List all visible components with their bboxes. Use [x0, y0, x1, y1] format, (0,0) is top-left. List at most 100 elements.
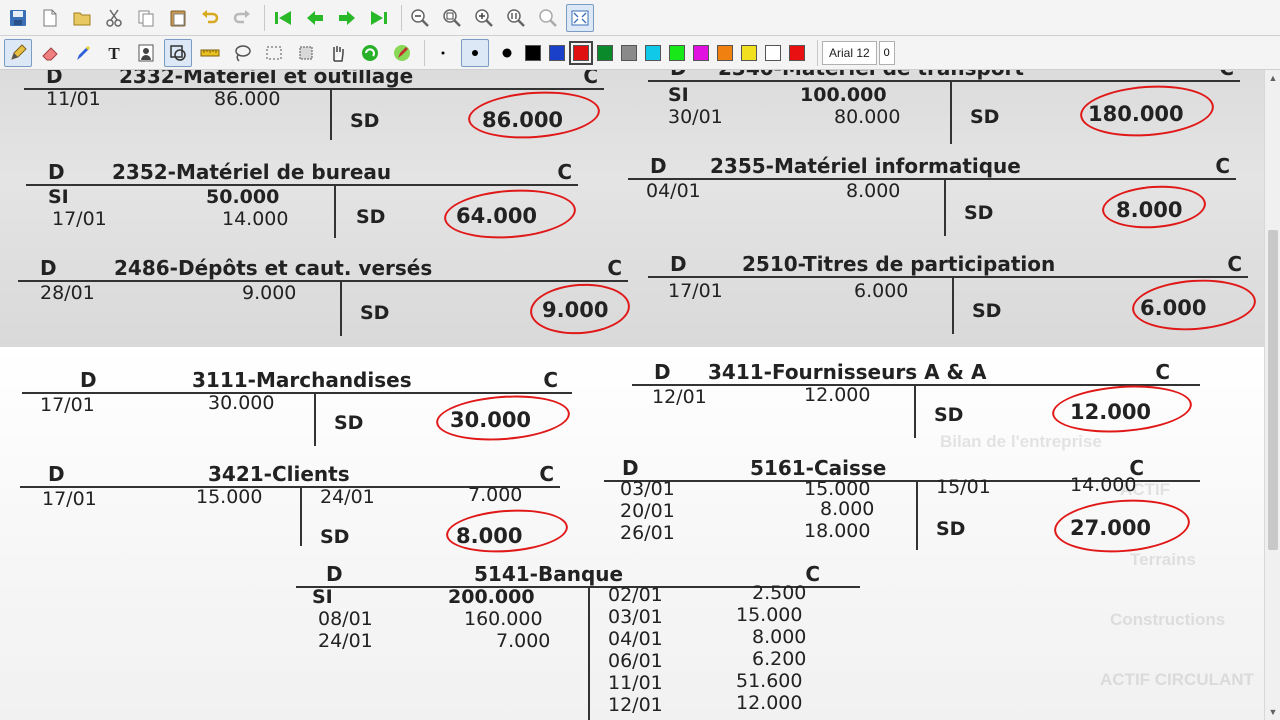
ghost-text: ACTIF CIRCULANT [1100, 670, 1254, 689]
highlighter-icon[interactable] [68, 39, 96, 67]
balance-label: SD [334, 412, 364, 434]
font-selector[interactable]: Arial 12 [822, 40, 877, 65]
hand-icon[interactable] [324, 39, 352, 67]
balance-label: SD [972, 300, 1002, 322]
crop-icon[interactable] [292, 39, 320, 67]
new-icon[interactable] [36, 4, 64, 32]
scroll-up-icon[interactable]: ▲ [1265, 70, 1280, 86]
t-account-divider [330, 88, 332, 140]
vertical-scrollbar[interactable]: ▲ ▼ [1264, 70, 1280, 720]
credit-entry-date: 04/01 [608, 628, 663, 650]
cut-icon[interactable] [100, 4, 128, 32]
small-dot[interactable] [429, 39, 457, 67]
zoom-fit-icon[interactable] [438, 4, 466, 32]
account-title: 3111-Marchandises [192, 368, 412, 392]
color-swatch[interactable] [621, 44, 637, 61]
lasso-icon[interactable] [228, 39, 256, 67]
entry-date: 08/01 [318, 608, 373, 630]
zoom-actual-icon[interactable] [502, 4, 530, 32]
credit-entry-date: 15/01 [936, 476, 991, 498]
color-swatch[interactable] [789, 44, 805, 61]
color-swatch[interactable] [549, 44, 565, 61]
credit-entry-amount: 15.000 [736, 604, 803, 626]
paste-icon[interactable] [164, 4, 192, 32]
entry-date: 04/01 [646, 180, 701, 202]
debit-label: D [670, 252, 687, 276]
large-dot[interactable] [493, 39, 521, 67]
t-account-rule [22, 392, 572, 394]
entry-amount: 14.000 [222, 208, 289, 230]
stamp-icon[interactable] [132, 39, 160, 67]
credit-label: C [539, 462, 554, 486]
debit-label: D [670, 70, 687, 80]
scroll-down-icon[interactable]: ▼ [1265, 704, 1280, 720]
debit-label: D [48, 462, 65, 486]
undo-icon[interactable] [196, 4, 224, 32]
zoom-area-icon[interactable] [534, 4, 562, 32]
credit-entry-amount: 6.200 [752, 648, 807, 670]
entry-amount: 15.000 [804, 478, 871, 500]
shape-icon[interactable] [164, 38, 192, 67]
credit-label: C [583, 70, 598, 88]
balance-label: SD [320, 526, 350, 548]
entry-date: 28/01 [40, 282, 95, 304]
credit-label: C [1219, 70, 1234, 80]
credit-entry-amount: 12.000 [736, 692, 803, 714]
red-circle-annotation [466, 87, 602, 143]
zoom-out-icon[interactable] [406, 4, 434, 32]
color-swatch[interactable] [693, 44, 709, 61]
entry-date: 11/01 [46, 88, 101, 110]
color-swatch[interactable] [525, 44, 541, 61]
red-circle-annotation [1130, 275, 1258, 335]
account-title: 3421-Clients [208, 462, 350, 486]
entry-date: 17/01 [668, 280, 723, 302]
entry-date: SI [668, 84, 689, 106]
account-title: 2355-Matériel informatique [710, 154, 1021, 178]
entry-amount: 6.000 [854, 280, 909, 302]
zoom-in-icon[interactable] [470, 4, 498, 32]
color-swatch[interactable] [669, 44, 685, 61]
text-icon[interactable]: T [100, 39, 128, 67]
color-swatch[interactable] [765, 44, 781, 61]
entry-date: 17/01 [42, 488, 97, 510]
fullscreen-icon[interactable] [566, 3, 594, 32]
last-page-icon[interactable] [365, 4, 393, 32]
ruler-icon[interactable] [196, 39, 224, 67]
red-circle-annotation [434, 391, 572, 445]
color-swatch[interactable] [741, 44, 757, 61]
next-page-icon[interactable] [333, 4, 361, 32]
account-title: 2332-Matériel et outillage [119, 70, 414, 88]
separator [817, 39, 818, 66]
credit-entry-date: 12/01 [608, 694, 663, 716]
entry-amount: 9.000 [242, 282, 297, 304]
save-icon[interactable] [4, 4, 32, 32]
entry-amount: 30.000 [208, 392, 275, 414]
color-swatch[interactable] [717, 44, 733, 61]
eraser-icon[interactable] [36, 39, 64, 67]
color-swatch[interactable] [645, 44, 661, 61]
credit-entry-date: 02/01 [608, 584, 663, 606]
color-swatch[interactable] [597, 44, 613, 61]
t-account-divider [314, 392, 316, 446]
entry-amount: 100.000 [800, 84, 887, 106]
pen-icon[interactable] [4, 38, 32, 67]
color-swatch[interactable] [569, 40, 593, 65]
t-account-divider [944, 178, 946, 236]
t-account-rule [24, 88, 604, 90]
first-page-icon[interactable] [269, 4, 297, 32]
document-view[interactable]: Bilan de l'entreprise ACTIF Terrains Con… [0, 70, 1264, 720]
color-pen-icon[interactable] [388, 39, 416, 67]
red-circle-annotation [1078, 81, 1216, 141]
refresh-icon[interactable] [356, 39, 384, 67]
balance-label: SD [964, 202, 994, 224]
scroll-thumb[interactable] [1268, 230, 1278, 550]
select-area-icon[interactable] [260, 39, 288, 67]
font-size-selector[interactable]: 0 [878, 40, 895, 65]
redo-icon[interactable] [228, 4, 256, 32]
open-icon[interactable] [68, 4, 96, 32]
medium-dot[interactable] [461, 38, 489, 67]
previous-page-icon[interactable] [301, 4, 329, 32]
t-account-divider [950, 80, 952, 144]
account-2355: D 2355-Matériel informatique C 04/01 8.0… [628, 154, 1236, 238]
copy-icon[interactable] [132, 4, 160, 32]
